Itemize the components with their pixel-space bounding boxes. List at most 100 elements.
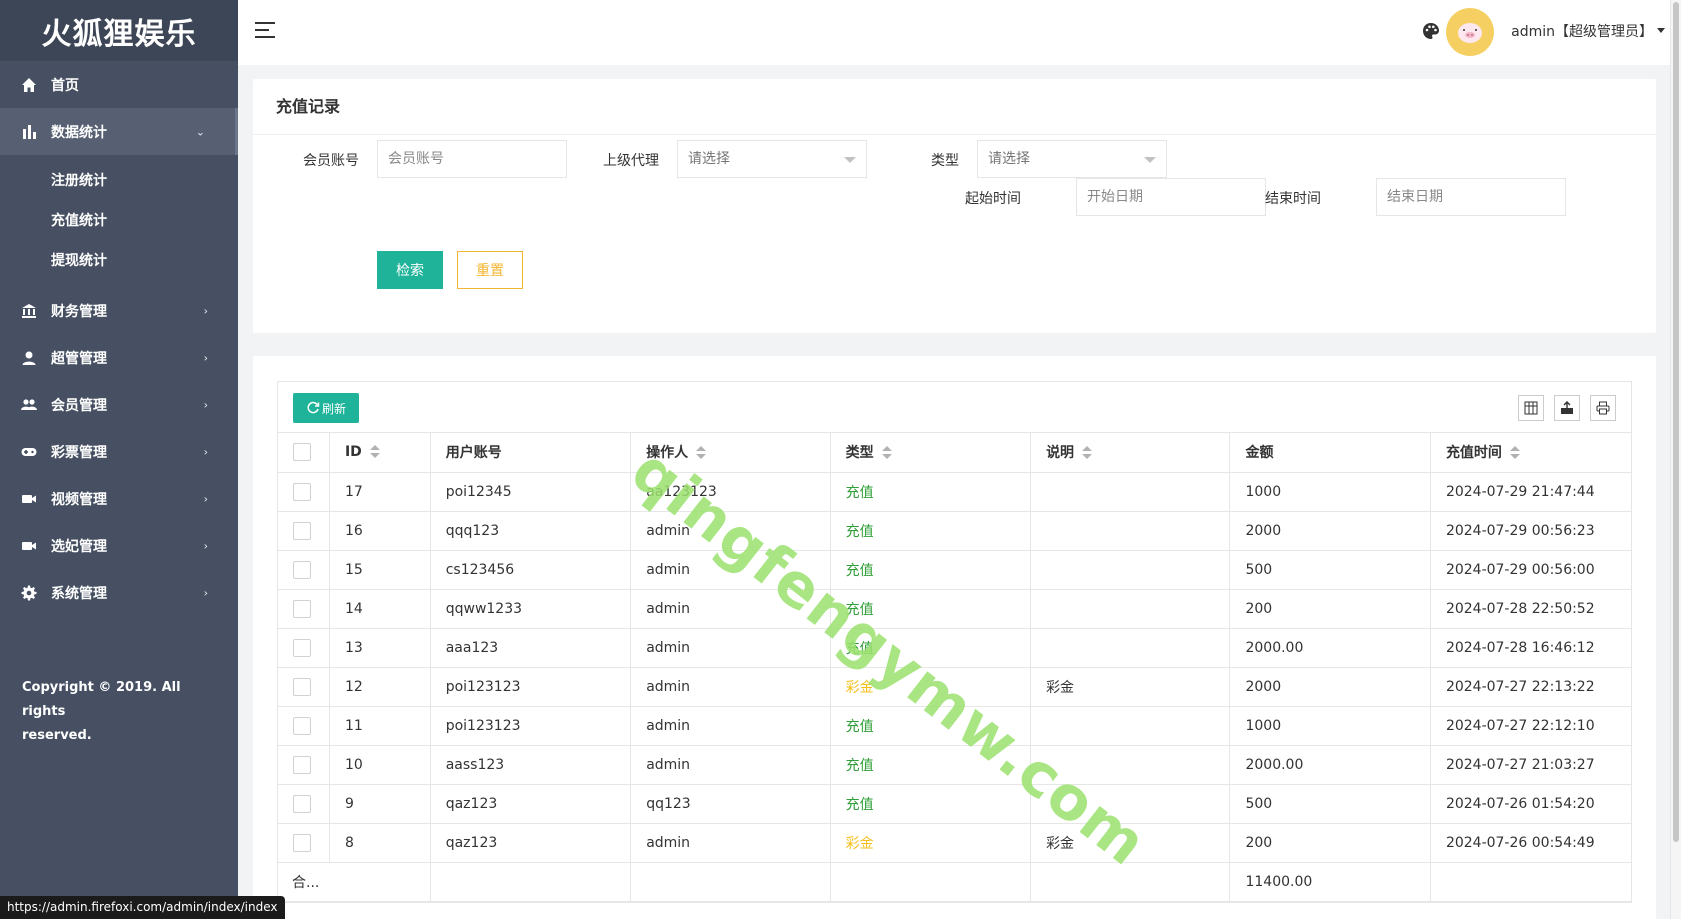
video-camera-icon [20,490,38,508]
scrollbar-thumb[interactable] [1673,2,1679,842]
cell-note [1030,745,1231,785]
cell-type: 彩金 [830,823,1032,863]
row-checkbox[interactable] [293,560,311,579]
caret-down-icon [844,157,856,163]
cell-user: qqq123 [430,511,632,551]
chevron-right-icon: › [203,445,208,458]
sidebar-item-members[interactable]: 会员管理 › [0,381,238,428]
table-row[interactable]: 12 poi123123 admin 彩金 彩金 2000 2024-07-27 22:13… [278,667,1631,707]
column-header-amount: 金额 [1229,433,1431,473]
cell-operator: admin [630,706,831,746]
type-select[interactable]: 请选择 [977,140,1167,178]
agent-select[interactable]: 请选择 [677,140,867,178]
sidebar-item-super-admin[interactable]: 超管管理 › [0,334,238,381]
refresh-button[interactable]: 刷新 [293,393,359,423]
cell-type: 充值 [830,706,1032,746]
cell-note [1030,589,1231,629]
avatar[interactable] [1446,8,1494,56]
search-button[interactable]: 检索 [377,251,443,289]
sort-icon[interactable] [696,446,707,460]
row-checkbox[interactable] [293,677,311,696]
cell-amount: 1000 [1229,706,1431,746]
table-row[interactable]: 13 aaa123 admin 充值 2000.00 2024-07-28 16:46:1… [278,628,1631,668]
cell-amount: 200 [1229,589,1431,629]
cell-type: 彩金 [830,667,1032,707]
row-checkbox[interactable] [293,794,311,813]
sidebar-item-system[interactable]: 系统管理 › [0,569,238,616]
total-amount: 11400.00 [1229,862,1431,902]
select-all-checkbox[interactable] [293,443,311,462]
table-row[interactable]: 17 poi12345 aa123123 充值 1000 2024-07-29 21:47… [278,472,1631,512]
cell-note [1030,784,1231,824]
menu-toggle-icon[interactable] [255,22,275,38]
cell-operator: aa123123 [630,472,831,512]
chevron-right-icon: › [203,586,208,599]
sidebar-item-label: 数据统计 [51,124,107,141]
sidebar-item-label: 视频管理 [51,491,107,508]
cell-user: poi123123 [430,706,632,746]
user-menu[interactable]: admin【超级管理员】 [1511,21,1653,41]
table-row[interactable]: 11 poi123123 admin 充值 1000 2024-07-27 22:12:1… [278,706,1631,746]
table-row[interactable]: 15 cs123456 admin 充值 500 2024-07-29 00:56:00 [278,550,1631,590]
sidebar-item-video[interactable]: 视频管理 › [0,475,238,522]
member-account-input[interactable] [377,140,567,178]
sidebar: 火狐狸娱乐 首页 数据统计 ⌄ 注册统计 充值统计 提现统计 财务管理 › 超管… [0,0,238,919]
sidebar-subitem-register-stats[interactable]: 注册统计 [0,160,238,200]
table-row[interactable]: 16 qqq123 admin 充值 2000 2024-07-29 00:56:23 [278,511,1631,551]
sidebar-subitem-recharge-stats[interactable]: 充值统计 [0,200,238,240]
end-date-input[interactable] [1376,178,1566,216]
sort-icon[interactable] [1509,446,1520,460]
video-camera-icon [20,537,38,555]
sidebar-item-select-concubine[interactable]: 选妃管理 › [0,522,238,569]
pig-face-icon [1458,23,1482,43]
sort-icon[interactable] [369,445,380,459]
column-header-operator[interactable]: 操作人 [630,433,831,473]
table-row[interactable]: 10 aass123 admin 充值 2000.00 2024-07-27 21:03:… [278,745,1631,785]
row-checkbox[interactable] [293,638,311,657]
sort-icon[interactable] [1082,446,1093,460]
table-row[interactable]: 14 qqww1233 admin 充值 200 2024-07-28 22:50:52 [278,589,1631,629]
cell-operator: qq123 [630,784,831,824]
row-checkbox[interactable] [293,755,311,774]
sidebar-item-lottery[interactable]: 彩票管理 › [0,428,238,475]
column-header-time[interactable]: 充值时间 [1430,433,1631,473]
gamepad-icon [20,443,38,461]
print-icon[interactable] [1590,395,1616,421]
cell-user: qqww1233 [430,589,632,629]
chevron-right-icon: › [203,304,208,317]
cell-user: aaa123 [430,628,632,668]
sidebar-item-finance[interactable]: 财务管理 › [0,287,238,334]
row-checkbox[interactable] [293,482,311,501]
start-date-input[interactable] [1076,178,1266,216]
columns-filter-icon[interactable] [1518,395,1544,421]
export-icon[interactable] [1554,395,1580,421]
row-checkbox[interactable] [293,716,311,735]
row-checkbox[interactable] [293,599,311,618]
end-time-label: 结束时间 [1265,191,1321,207]
cell-time: 2024-07-28 22:50:52 [1430,589,1631,629]
row-checkbox[interactable] [293,833,311,852]
palette-icon[interactable] [1421,21,1441,41]
sidebar-item-data-stats[interactable]: 数据统计 ⌄ [0,108,238,155]
page-scrollbar[interactable] [1670,0,1681,919]
gear-icon [20,584,38,602]
sidebar-item-label: 财务管理 [51,303,107,320]
sort-icon[interactable] [881,446,892,460]
search-card: 充值记录 会员账号 上级代理 请选择 类型 请选择 起始时间 结束时间 检索 重… [253,79,1656,333]
cell-amount: 2000.00 [1229,745,1431,785]
cell-operator: admin [630,667,831,707]
row-checkbox[interactable] [293,521,311,540]
sidebar-item-home[interactable]: 首页 [0,61,238,108]
sidebar-subitem-withdraw-stats[interactable]: 提现统计 [0,240,238,280]
column-header-id[interactable]: ID [329,433,431,473]
column-header-type[interactable]: 类型 [830,433,1032,473]
reset-button[interactable]: 重置 [457,251,523,289]
table-toolbar: 刷新 [278,382,1631,433]
row-checkbox-cell [278,667,330,707]
column-header-note[interactable]: 说明 [1030,433,1231,473]
table-row[interactable]: 8 qaz123 admin 彩金 彩金 200 2024-07-26 00:54:49 [278,823,1631,863]
table-row[interactable]: 9 qaz123 qq123 充值 500 2024-07-26 01:54:20 [278,784,1631,824]
cell-operator: admin [630,745,831,785]
total-label: 合... [278,862,431,902]
cell-operator: admin [630,511,831,551]
